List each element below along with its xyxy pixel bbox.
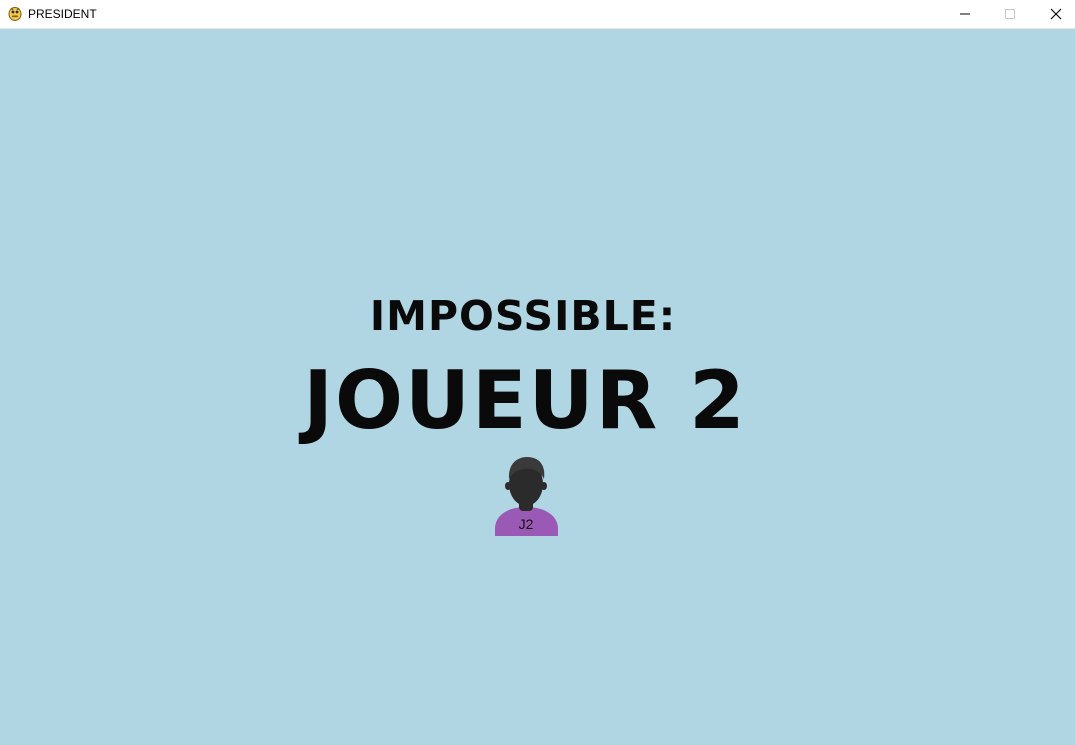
- python-snake-icon: [8, 6, 22, 21]
- app-window: PRESIDENT IMPOSSIBLE: JOUEUR 2 J2: [0, 0, 1075, 745]
- minimize-icon: [960, 13, 970, 15]
- game-screen: IMPOSSIBLE: JOUEUR 2 J2: [0, 29, 1075, 745]
- minimize-button[interactable]: [942, 0, 988, 28]
- close-button[interactable]: [1033, 0, 1075, 28]
- maximize-icon: [1005, 9, 1015, 19]
- window-title: PRESIDENT: [28, 7, 97, 21]
- player-avatar: J2: [494, 455, 560, 537]
- avatar-label: J2: [518, 516, 534, 532]
- player-name-heading: JOUEUR 2: [303, 354, 747, 447]
- status-subtitle: IMPOSSIBLE:: [369, 292, 677, 340]
- close-icon: [1050, 8, 1062, 20]
- maximize-button[interactable]: [987, 0, 1033, 28]
- title-bar[interactable]: PRESIDENT: [0, 0, 1075, 29]
